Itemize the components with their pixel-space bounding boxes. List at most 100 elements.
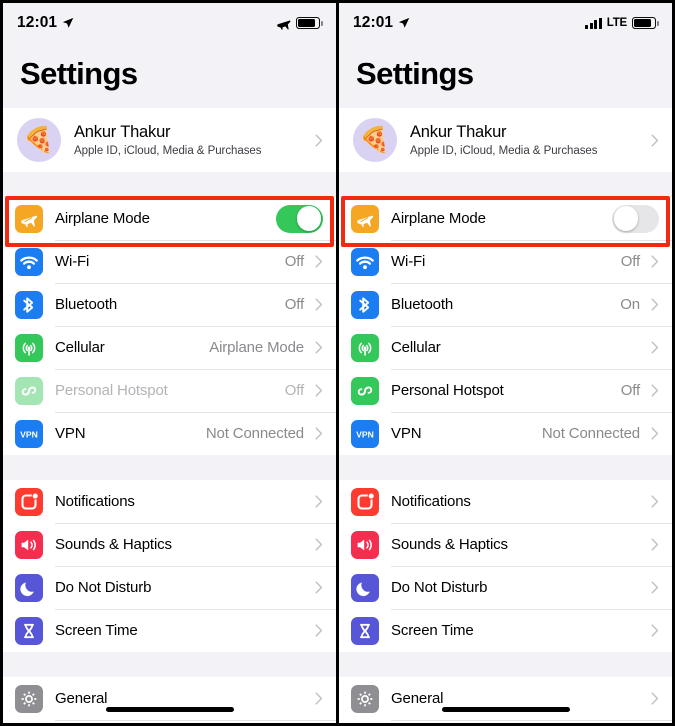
settings-row-screen-time[interactable]: Screen Time bbox=[339, 609, 672, 652]
chevron-right-icon bbox=[647, 255, 663, 268]
row-label: Airplane Mode bbox=[55, 210, 150, 227]
phone-screen-left: 12:01 Settings 🍕 Ankur Thakur Apple ID, iClo… bbox=[0, 0, 336, 726]
wifi-icon bbox=[351, 247, 379, 276]
settings-row-bluetooth[interactable]: Bluetooth Off bbox=[3, 283, 336, 326]
svg-text:VPN: VPN bbox=[20, 429, 38, 439]
account-subtitle: Apple ID, iCloud, Media & Purchases bbox=[74, 145, 262, 157]
cellular-icon bbox=[15, 333, 43, 362]
toggle-knob bbox=[613, 206, 639, 231]
account-group: 🍕 Ankur Thakur Apple ID, iCloud, Media & P… bbox=[3, 108, 336, 172]
row-label: Do Not Disturb bbox=[55, 579, 152, 596]
row-label: VPN bbox=[391, 425, 422, 442]
row-label: Notifications bbox=[55, 493, 135, 510]
location-arrow-icon bbox=[398, 17, 410, 29]
settings-row-general[interactable]: General bbox=[339, 677, 672, 720]
battery-icon bbox=[296, 17, 323, 29]
page-title: Settings bbox=[356, 56, 474, 91]
settings-row-bluetooth[interactable]: Bluetooth On bbox=[339, 283, 672, 326]
row-label: Bluetooth bbox=[55, 296, 118, 313]
settings-row-do-not-disturb[interactable]: Do Not Disturb bbox=[339, 566, 672, 609]
settings-row-sounds-haptics[interactable]: Sounds & Haptics bbox=[339, 523, 672, 566]
home-indicator bbox=[441, 707, 570, 712]
settings-row-wi-fi[interactable]: Wi-Fi Off bbox=[3, 240, 336, 283]
airplane-icon bbox=[15, 204, 43, 233]
status-right: LTE bbox=[584, 17, 659, 29]
connectivity-group: Airplane Mode Wi-Fi Off Bluetooth On Cellular… bbox=[339, 197, 672, 455]
title-area: Settings bbox=[3, 43, 336, 108]
row-label: Screen Time bbox=[391, 622, 474, 639]
row-value: On bbox=[620, 296, 640, 313]
settings-row-sounds-haptics[interactable]: Sounds & Haptics bbox=[3, 523, 336, 566]
airplane-status-icon bbox=[276, 16, 291, 31]
status-left: 12:01 bbox=[17, 14, 74, 32]
row-label: Cellular bbox=[391, 339, 441, 356]
settings-row-cellular[interactable]: Cellular bbox=[339, 326, 672, 369]
section-gap bbox=[3, 455, 336, 480]
apple-id-row[interactable]: 🍕 Ankur Thakur Apple ID, iCloud, Media & P… bbox=[3, 108, 336, 172]
settings-row-personal-hotspot[interactable]: Personal Hotspot Off bbox=[3, 369, 336, 412]
chevron-right-icon bbox=[647, 384, 663, 397]
row-label: Wi-Fi bbox=[55, 253, 90, 270]
status-time: 12:01 bbox=[353, 14, 394, 31]
row-label: Sounds & Haptics bbox=[55, 536, 172, 553]
section-gap bbox=[339, 172, 672, 197]
section-gap bbox=[3, 652, 336, 677]
comparison-stage: 12:01 Settings 🍕 Ankur Thakur Apple ID, iClo… bbox=[0, 0, 675, 726]
bluetooth-icon bbox=[351, 290, 379, 319]
section-gap bbox=[339, 652, 672, 677]
settings-row-cellular[interactable]: Cellular Airplane Mode bbox=[3, 326, 336, 369]
row-value: Off bbox=[284, 382, 304, 399]
row-value: Off bbox=[284, 253, 304, 270]
section-gap bbox=[3, 172, 336, 197]
settings-row-control-center[interactable]: Control Center bbox=[3, 720, 336, 723]
row-label: Wi-Fi bbox=[391, 253, 426, 270]
signal-bars-icon bbox=[584, 17, 602, 29]
chevron-right-icon bbox=[647, 298, 663, 311]
account-text: Ankur Thakur Apple ID, iCloud, Media & Pu… bbox=[74, 123, 311, 157]
chevron-right-icon bbox=[647, 495, 663, 508]
settings-row-airplane-mode[interactable]: Airplane Mode bbox=[3, 197, 336, 240]
row-label: Notifications bbox=[391, 493, 471, 510]
chevron-right-icon bbox=[311, 341, 327, 354]
settings-row-vpn[interactable]: VPN VPN Not Connected bbox=[339, 412, 672, 455]
chevron-right-icon bbox=[647, 133, 663, 147]
toggle-knob bbox=[296, 206, 322, 231]
settings-row-airplane-mode[interactable]: Airplane Mode bbox=[339, 197, 672, 240]
settings-row-vpn[interactable]: VPN VPN Not Connected bbox=[3, 412, 336, 455]
account-subtitle: Apple ID, iCloud, Media & Purchases bbox=[410, 145, 598, 157]
chevron-right-icon bbox=[311, 384, 327, 397]
row-value: Off bbox=[620, 253, 640, 270]
sounds-icon bbox=[351, 530, 379, 559]
section-gap bbox=[339, 455, 672, 480]
settings-row-do-not-disturb[interactable]: Do Not Disturb bbox=[3, 566, 336, 609]
row-label: Airplane Mode bbox=[391, 210, 486, 227]
chevron-right-icon bbox=[311, 427, 327, 440]
chevron-right-icon bbox=[647, 341, 663, 354]
account-name: Ankur Thakur bbox=[74, 123, 171, 141]
status-bar: 12:01 LTE bbox=[339, 3, 672, 43]
row-label: Screen Time bbox=[55, 622, 138, 639]
gear-icon bbox=[15, 684, 43, 713]
settings-row-screen-time[interactable]: Screen Time bbox=[3, 609, 336, 652]
airplane-mode-toggle[interactable] bbox=[612, 204, 659, 233]
apple-id-row[interactable]: 🍕 Ankur Thakur Apple ID, iCloud, Media & P… bbox=[339, 108, 672, 172]
row-value: Off bbox=[620, 382, 640, 399]
chevron-right-icon bbox=[647, 581, 663, 594]
notifications-group: Notifications Sounds & Haptics Do Not Dist… bbox=[3, 480, 336, 652]
settings-row-personal-hotspot[interactable]: Personal Hotspot Off bbox=[339, 369, 672, 412]
airplane-icon bbox=[351, 204, 379, 233]
notifications-group: Notifications Sounds & Haptics Do Not Dist… bbox=[339, 480, 672, 652]
chevron-right-icon bbox=[311, 495, 327, 508]
settings-row-wi-fi[interactable]: Wi-Fi Off bbox=[339, 240, 672, 283]
chevron-right-icon bbox=[647, 692, 663, 705]
moon-icon bbox=[15, 573, 43, 602]
settings-row-control-center[interactable]: Control Center bbox=[339, 720, 672, 723]
carrier-label: LTE bbox=[606, 17, 627, 29]
airplane-mode-toggle[interactable] bbox=[276, 204, 323, 233]
settings-row-notifications[interactable]: Notifications bbox=[339, 480, 672, 523]
settings-row-notifications[interactable]: Notifications bbox=[3, 480, 336, 523]
title-area: Settings bbox=[339, 43, 672, 108]
connectivity-group: Airplane Mode Wi-Fi Off Bluetooth Off Cellula… bbox=[3, 197, 336, 455]
settings-row-general[interactable]: General bbox=[3, 677, 336, 720]
row-label: Do Not Disturb bbox=[391, 579, 488, 596]
